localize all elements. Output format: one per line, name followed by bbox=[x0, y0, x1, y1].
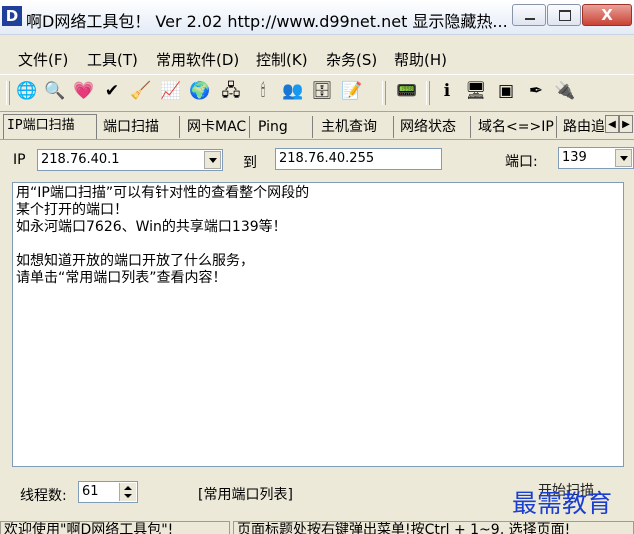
tab-port-scan[interactable]: 端口扫描 bbox=[100, 116, 180, 138]
terminal-icon[interactable]: ▣ bbox=[495, 80, 517, 102]
globe-scan-icon[interactable]: 🌐 bbox=[16, 80, 38, 102]
minimize-button[interactable] bbox=[512, 4, 546, 26]
tab-ip-port-scan[interactable]: IP端口扫描 bbox=[3, 114, 97, 139]
status-bar: 欢迎使用"啊D网络工具包"! 页面标题处按右键弹出菜单!按Ctrl + 1~9,… bbox=[0, 519, 634, 534]
tab-nic-mac[interactable]: 网卡MAC bbox=[184, 116, 250, 138]
toolbar-separator bbox=[426, 81, 430, 105]
status-welcome: 欢迎使用"啊D网络工具包"! bbox=[0, 521, 230, 534]
ip-start-value: 218.76.40.1 bbox=[41, 152, 120, 167]
notes-icon[interactable]: 📝 bbox=[341, 80, 363, 102]
toolbar-grip[interactable] bbox=[6, 81, 10, 105]
candle-icon[interactable]: 🕯 bbox=[252, 80, 274, 102]
threads-value: 61 bbox=[82, 484, 99, 499]
watermark-logo: 最需教育 bbox=[512, 489, 613, 518]
menu-common-software[interactable]: 常用软件(D) bbox=[156, 49, 239, 70]
tab-scroll-left-icon[interactable]: ◀ bbox=[605, 115, 619, 133]
tab-scroll-right-icon[interactable]: ▶ bbox=[619, 115, 633, 133]
chip-icon[interactable]: 🔌 bbox=[554, 80, 576, 102]
menu-control[interactable]: 控制(K) bbox=[256, 49, 308, 70]
dropdown-arrow-icon[interactable] bbox=[615, 149, 632, 167]
app-window: D 啊D网络工具包！ Ver 2.02 http://www.d99net.ne… bbox=[0, 0, 634, 534]
menu-file[interactable]: 文件(F) bbox=[18, 49, 68, 70]
to-label: 到 bbox=[243, 155, 257, 171]
monitor-icon[interactable]: 🖥 bbox=[465, 80, 487, 102]
title-bar[interactable]: D 啊D网络工具包！ Ver 2.02 http://www.d99net.ne… bbox=[0, 0, 634, 35]
users-icon[interactable]: 👥 bbox=[282, 80, 304, 102]
status-hint: 页面标题处按右键弹出菜单!按Ctrl + 1~9, 选择页面! bbox=[233, 521, 634, 534]
shield-heart-icon[interactable]: 💗 bbox=[73, 80, 95, 102]
chart-icon[interactable]: 📈 bbox=[160, 80, 182, 102]
port-combobox[interactable]: 139 bbox=[558, 147, 634, 169]
ip-label: IP bbox=[13, 152, 26, 168]
window-title: 啊D网络工具包！ Ver 2.02 http://www.d99net.net … bbox=[26, 12, 508, 31]
broom-icon[interactable]: 🧹 bbox=[130, 80, 152, 102]
info-icon[interactable]: ℹ bbox=[436, 80, 458, 102]
common-port-list-link[interactable]: [常用端口列表] bbox=[198, 484, 293, 504]
menu-tools[interactable]: 工具(T) bbox=[87, 49, 138, 70]
info-textarea[interactable]: 用“IP端口扫描”可以有针对性的查看整个网段的 某个打开的端口！ 如永河端口76… bbox=[12, 182, 624, 467]
port-value: 139 bbox=[562, 150, 587, 165]
menu-misc[interactable]: 杂务(S) bbox=[326, 49, 377, 70]
server-icon[interactable]: 🗄 bbox=[311, 80, 333, 102]
network-computers-icon[interactable]: 🖧 bbox=[220, 80, 242, 102]
check-icon[interactable]: ✔ bbox=[101, 80, 123, 102]
threads-label: 线程数: bbox=[20, 488, 67, 504]
tab-route-trace[interactable]: 路由追 bbox=[560, 116, 604, 138]
menu-help[interactable]: 帮助(H) bbox=[394, 49, 447, 70]
dropdown-arrow-icon[interactable] bbox=[204, 151, 221, 169]
magnifier-icon[interactable]: 🔍 bbox=[44, 80, 66, 102]
threads-stepper[interactable]: 61 bbox=[78, 481, 138, 503]
ip-start-combobox[interactable]: 218.76.40.1 bbox=[37, 149, 223, 171]
tab-strip: IP端口扫描 端口扫描 网卡MAC Ping 主机查询 网络状态 域名<=>IP… bbox=[0, 113, 634, 140]
tab-ping[interactable]: Ping bbox=[255, 116, 313, 138]
tab-network-status[interactable]: 网络状态 bbox=[397, 116, 471, 138]
app-icon: D bbox=[2, 6, 22, 26]
network-card-icon[interactable]: 📟 bbox=[396, 80, 418, 102]
spin-arrows-icon[interactable] bbox=[119, 483, 136, 501]
close-button[interactable]: X bbox=[582, 4, 632, 26]
toolbar-separator bbox=[382, 81, 386, 105]
tab-domain-ip[interactable]: 域名<=>IP bbox=[475, 116, 557, 138]
tab-host-query[interactable]: 主机查询 bbox=[318, 116, 394, 138]
ip-end-field[interactable]: 218.76.40.255 bbox=[275, 148, 442, 170]
pen-icon[interactable]: ✒ bbox=[525, 80, 547, 102]
maximize-button[interactable] bbox=[547, 4, 581, 26]
menu-bar: 文件(F) 工具(T) 常用软件(D) 控制(K) 杂务(S) 帮助(H) bbox=[0, 44, 634, 70]
port-label: 端口: bbox=[505, 154, 538, 170]
toolbar: 🌐 🔍 💗 ✔ 🧹 📈 🌍 🖧 🕯 👥 🗄 📝 📟 ℹ 🖥 ▣ ✒ 🔌 bbox=[0, 74, 634, 112]
earth-icon[interactable]: 🌍 bbox=[189, 80, 211, 102]
